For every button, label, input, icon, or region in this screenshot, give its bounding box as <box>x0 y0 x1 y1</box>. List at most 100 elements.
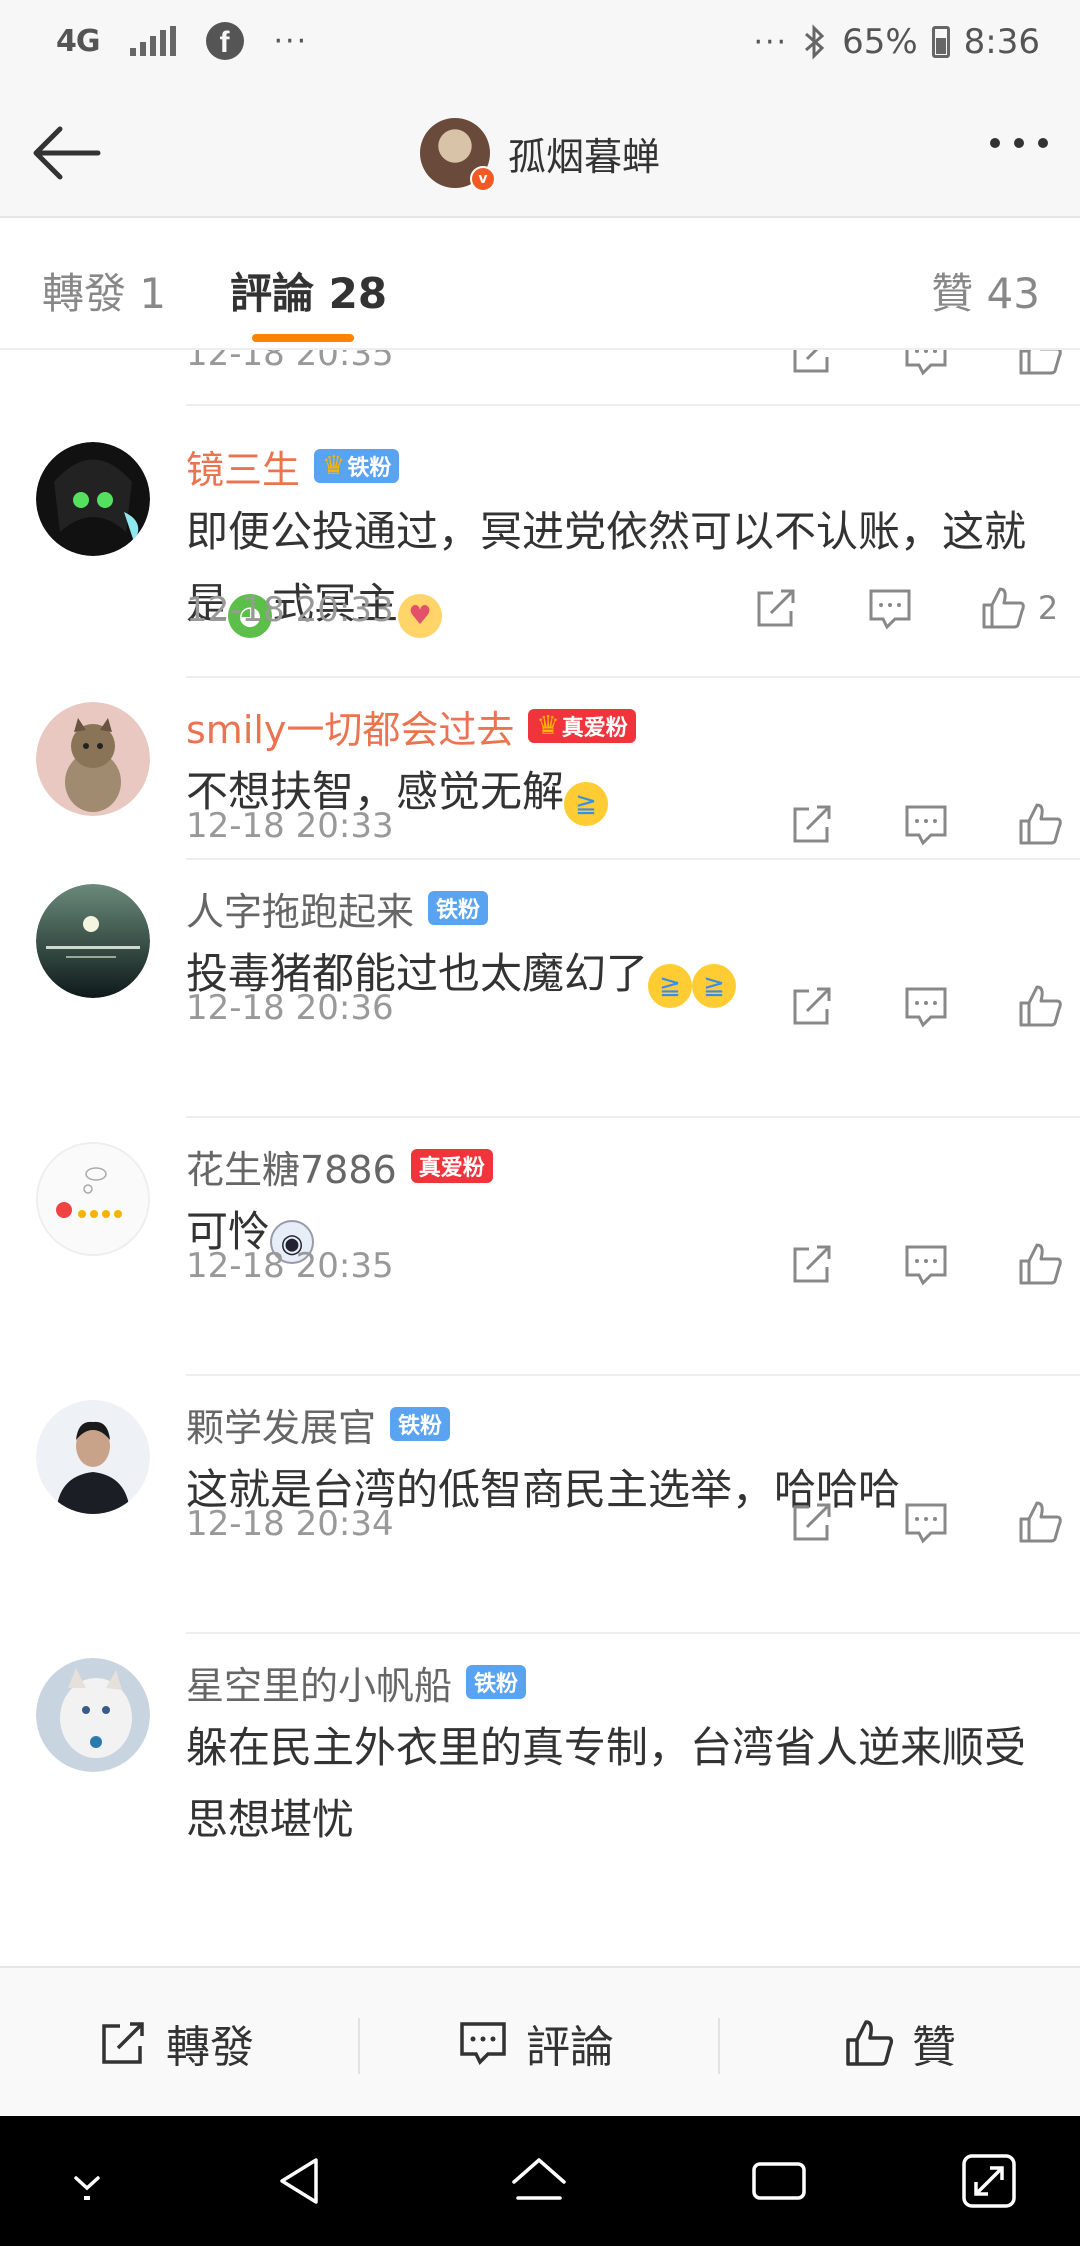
repost-icon <box>793 805 831 843</box>
comment-time: 12-18 20:35 <box>186 350 394 374</box>
repost-button[interactable] <box>772 794 852 854</box>
more-options-icon[interactable] <box>990 138 1048 148</box>
list-item: 12-18 20:35 <box>0 350 1080 406</box>
list-item: smily一切都会过去 ♛ 真爱粉 不想扶智，感觉无解 ≧ 12-18 20:33 <box>0 678 1080 860</box>
thumbs-up-icon <box>1019 1243 1062 1285</box>
comment-icon <box>905 987 947 1028</box>
repost-button[interactable] <box>772 1234 852 1294</box>
repost-button[interactable] <box>772 350 852 384</box>
avatar[interactable] <box>36 884 150 998</box>
thumbs-up-icon <box>1019 350 1062 375</box>
network-indicator: 4G <box>56 23 100 59</box>
list-item: 颗学发展官 铁粉 这就是台湾的低智商民主选举，哈哈哈 12-18 20:34 <box>0 1376 1080 1634</box>
repost-button[interactable] <box>772 976 852 1036</box>
thumbs-up-icon <box>846 2020 894 2066</box>
status-bar: 4G f ··· ··· 65% 8:36 <box>0 0 1080 88</box>
repost-icon <box>757 589 795 627</box>
comment-icon <box>460 2022 506 2065</box>
comment-time: 12-18 20:35 <box>186 1246 394 1286</box>
like-button[interactable] <box>1000 350 1080 384</box>
comment-button[interactable] <box>850 578 930 638</box>
comment-actions <box>738 350 1080 384</box>
fan-badge: 铁粉 <box>428 891 489 925</box>
back-arrow-icon[interactable] <box>28 121 108 185</box>
notification-overflow-icon: ··· <box>273 23 309 59</box>
comment-button[interactable] <box>886 794 966 854</box>
thumbs-up-icon <box>982 587 1025 629</box>
bluetooth-icon <box>805 24 825 60</box>
username[interactable]: 人字拖跑起来 <box>186 881 414 936</box>
comment-bottom-button[interactable]: 評論 <box>458 1968 614 2118</box>
fan-badge: 铁粉 <box>390 1407 451 1441</box>
tab-reposts[interactable]: 轉發 1 <box>42 260 166 321</box>
comment-button[interactable] <box>886 1234 966 1294</box>
comment-time: 12-18 20:36 <box>186 988 394 1028</box>
header-user[interactable]: v 孤烟暮蝉 <box>420 118 660 192</box>
laugh-cry-emoji-icon: ≧ <box>648 964 693 1008</box>
header: v 孤烟暮蝉 <box>0 88 1080 218</box>
expand-icon[interactable] <box>956 2148 1022 2214</box>
repost-bottom-button[interactable]: 轉發 <box>98 1968 254 2118</box>
like-button[interactable] <box>1000 794 1080 854</box>
tab-likes[interactable]: 贊 43 <box>931 260 1040 321</box>
comment-icon <box>905 1503 947 1544</box>
avatar[interactable] <box>36 442 150 556</box>
list-item: 镜三生 ♛ 铁粉 即便公投通过，冥进党依然可以不认账，这就是 ◕ 式冥主 ♥ 12-18… <box>0 406 1080 678</box>
username[interactable]: smily一切都会过去 <box>186 699 514 754</box>
list-item: 人字拖跑起来 铁粉 投毒猪都能过也太魔幻了 ≧ ≧ 12-18 20:36 <box>0 860 1080 1118</box>
username[interactable]: 镜三生 <box>186 439 300 494</box>
repost-button[interactable] <box>736 578 816 638</box>
header-avatar[interactable]: v <box>420 118 496 192</box>
separator <box>358 2018 360 2074</box>
clock: 8:36 <box>963 22 1040 62</box>
comment-icon <box>905 805 947 846</box>
comment-button[interactable] <box>886 976 966 1036</box>
comment-time: 12-18 20:33 <box>186 590 394 630</box>
home-nav-icon[interactable] <box>506 2148 572 2214</box>
like-bottom-button[interactable]: 贊 <box>844 1968 956 2118</box>
thumbs-up-icon <box>1019 1501 1062 1543</box>
comment-list[interactable]: 12-18 20:35 镜三生 ♛ 铁粉 即便公投通过，冥进党依然可以不认账，这就… <box>0 350 1080 1966</box>
signal-icon <box>129 26 176 56</box>
recent-apps-icon[interactable] <box>746 2148 812 2214</box>
repost-icon <box>793 1503 831 1541</box>
username[interactable]: 星空里的小帆船 <box>186 1655 452 1710</box>
comment-text: 躲在民主外衣里的真专制，台湾省人逆来顺受思想堪忧 <box>186 1723 1027 1844</box>
repost-icon <box>102 2022 144 2064</box>
thumbs-up-icon <box>1019 985 1062 1027</box>
like-button[interactable] <box>1000 1234 1080 1294</box>
username[interactable]: 花生糖7886 <box>186 1139 397 1194</box>
status-overflow-icon: ··· <box>753 24 789 60</box>
fan-badge: 铁粉 <box>466 1665 527 1699</box>
avatar[interactable] <box>36 1658 150 1772</box>
repost-icon <box>793 1245 831 1283</box>
tab-comments[interactable]: 評論 28 <box>230 260 387 321</box>
comment-actions <box>738 794 1080 854</box>
repost-button[interactable] <box>772 1492 852 1552</box>
crown-icon: ♛ <box>536 711 560 741</box>
system-nav-bar <box>0 2116 1080 2246</box>
hide-keyboard-icon[interactable] <box>54 2148 120 2214</box>
avatar[interactable] <box>36 1400 150 1514</box>
like-button[interactable] <box>1000 976 1080 1036</box>
repost-icon <box>793 987 831 1025</box>
comment-button[interactable] <box>886 350 966 384</box>
back-nav-icon[interactable] <box>268 2148 334 2214</box>
comment-time: 12-18 20:33 <box>186 806 394 846</box>
username[interactable]: 颗学发展官 <box>186 1397 376 1452</box>
comment-button[interactable] <box>886 1492 966 1552</box>
list-item: 花生糖7886 真爱粉 可怜 ◉ 12-18 20:35 <box>0 1118 1080 1376</box>
battery-percent: 65% <box>842 22 918 62</box>
like-button[interactable] <box>1000 1492 1080 1552</box>
fan-badge: 真爱粉 <box>410 1149 493 1183</box>
active-tab-indicator <box>252 334 354 342</box>
list-item: 星空里的小帆船 铁粉 躲在民主外衣里的真专制，台湾省人逆来顺受思想堪忧 <box>0 1634 1080 1966</box>
like-button[interactable]: 2 <box>964 578 1074 638</box>
avatar[interactable] <box>36 702 150 816</box>
avatar[interactable] <box>36 1142 150 1256</box>
tab-bar: 轉發 1 評論 28 贊 43 <box>0 218 1080 350</box>
fan-badge: ♛ 真爱粉 <box>528 709 636 743</box>
separator <box>718 2018 720 2074</box>
comment-icon <box>905 1245 947 1286</box>
like-label: 贊 <box>912 2022 956 2073</box>
